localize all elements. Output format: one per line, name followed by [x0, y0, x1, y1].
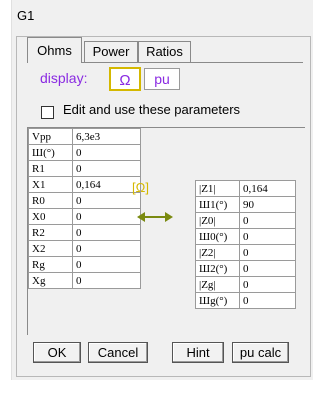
- cancel-button[interactable]: Cancel: [88, 342, 148, 363]
- display-label: display:: [40, 70, 88, 86]
- param-label: |Zg|: [195, 276, 240, 293]
- table-row: |Zg| 0: [195, 276, 296, 293]
- param-value-field[interactable]: 0: [239, 244, 296, 261]
- param-value-field[interactable]: 6,3e3: [72, 128, 141, 145]
- table-row: R2 0: [28, 224, 141, 241]
- param-label: |Z2|: [195, 244, 240, 261]
- table-row: Ш0(°) 0: [195, 228, 296, 245]
- param-value-field[interactable]: 0: [239, 260, 296, 277]
- param-value-field[interactable]: 0: [239, 228, 296, 245]
- param-label: Шg(°): [195, 292, 240, 309]
- param-label: Ш1(°): [195, 196, 240, 213]
- table-row: Ш1(°) 90: [195, 196, 296, 213]
- pu-calc-button[interactable]: pu calc: [232, 342, 289, 363]
- display-ohm-button[interactable]: Ω: [109, 67, 141, 91]
- table-row: X0 0: [28, 208, 141, 225]
- param-label: Ш0(°): [195, 228, 240, 245]
- table-row: Xg 0: [28, 272, 141, 289]
- left-parameter-table: Vpp 6,3e3 Ш(°) 0 R1 0 X1 0,164 R0 0 X0 0 R2 0 X…: [28, 128, 141, 289]
- table-row: Ш2(°) 0: [195, 260, 296, 277]
- table-row: R0 0: [28, 192, 141, 209]
- param-label: Ш(°): [28, 144, 73, 161]
- window-title: G1: [17, 8, 35, 23]
- table-row: X2 0: [28, 240, 141, 257]
- param-value-field[interactable]: 0: [72, 144, 141, 161]
- param-label: Vpp: [28, 128, 73, 145]
- param-value-field[interactable]: 0: [72, 224, 141, 241]
- param-value-field[interactable]: 90: [239, 196, 296, 213]
- param-value-field[interactable]: 0: [239, 292, 296, 309]
- param-value-field[interactable]: 0: [72, 240, 141, 257]
- param-label: R2: [28, 224, 73, 241]
- param-value-field[interactable]: 0: [72, 256, 141, 273]
- tab-ohms[interactable]: Ohms: [27, 37, 82, 63]
- param-value-field[interactable]: 0: [72, 208, 141, 225]
- param-label: R1: [28, 160, 73, 177]
- param-value-field[interactable]: 0: [239, 276, 296, 293]
- param-value-field[interactable]: 0,164: [72, 176, 141, 193]
- param-label: Ш2(°): [195, 260, 240, 277]
- table-row: Ш(°) 0: [28, 144, 141, 161]
- param-value-field[interactable]: 0: [72, 192, 141, 209]
- param-label: |Z0|: [195, 212, 240, 229]
- param-label: X0: [28, 208, 73, 225]
- param-value-field[interactable]: 0: [239, 212, 296, 229]
- tab-power[interactable]: Power: [84, 41, 138, 62]
- table-row: R1 0: [28, 160, 141, 177]
- edit-parameters-label: Edit and use these parameters: [63, 102, 241, 117]
- param-label: X1: [28, 176, 73, 193]
- table-row: Vpp 6,3e3: [28, 128, 141, 145]
- table-row: |Z0| 0: [195, 212, 296, 229]
- param-value-field[interactable]: 0: [72, 272, 141, 289]
- param-label: |Z1|: [195, 180, 240, 197]
- display-pu-button[interactable]: pu: [144, 68, 180, 90]
- tab-ratios[interactable]: Ratios: [138, 41, 191, 62]
- double-arrow-icon: [137, 212, 173, 222]
- right-parameter-table: |Z1| 0,164 Ш1(°) 90 |Z0| 0 Ш0(°) 0 |Z2| 0 Ш2(…: [195, 180, 296, 309]
- table-row: Шg(°) 0: [195, 292, 296, 309]
- param-value-field[interactable]: 0,164: [239, 180, 296, 197]
- param-label: R0: [28, 192, 73, 209]
- table-row: Rg 0: [28, 256, 141, 273]
- table-row: X1 0,164: [28, 176, 141, 193]
- unit-label: [Ω]: [132, 180, 149, 195]
- param-value-field[interactable]: 0: [72, 160, 141, 177]
- table-row: |Z1| 0,164: [195, 180, 296, 197]
- param-label: Xg: [28, 272, 73, 289]
- edit-parameters-checkbox[interactable]: [41, 106, 54, 119]
- param-label: X2: [28, 240, 73, 257]
- table-row: |Z2| 0: [195, 244, 296, 261]
- ok-button[interactable]: OK: [33, 342, 81, 363]
- hint-button[interactable]: Hint: [172, 342, 224, 363]
- param-label: Rg: [28, 256, 73, 273]
